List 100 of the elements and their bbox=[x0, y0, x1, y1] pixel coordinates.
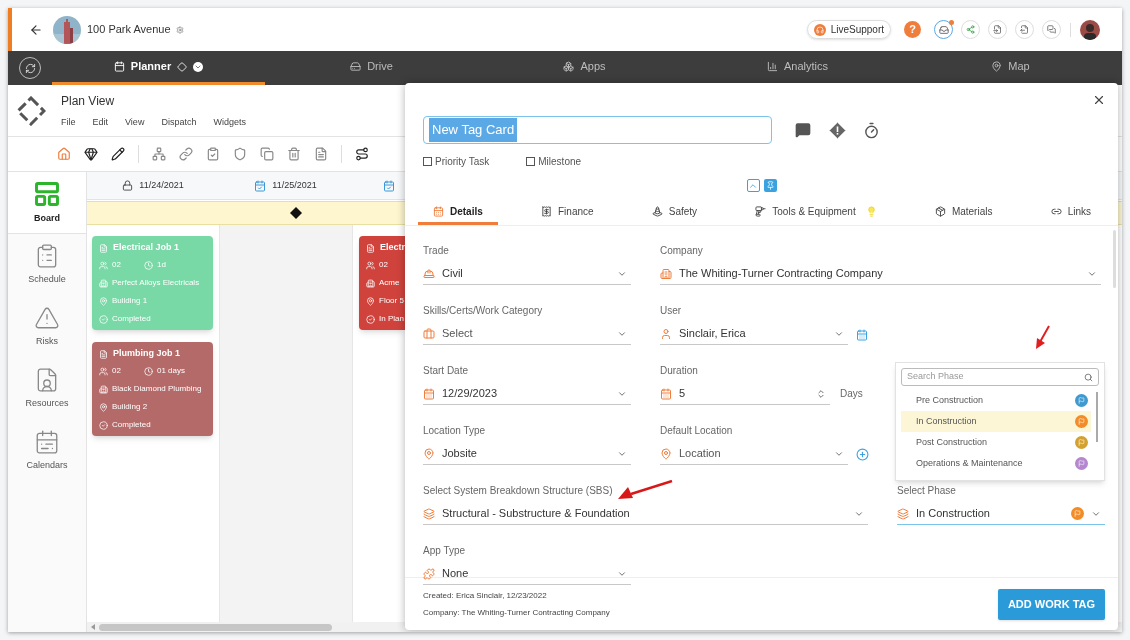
sidebar-item[interactable]: Calendars bbox=[8, 420, 86, 482]
phase-option[interactable]: Pre Construction bbox=[901, 390, 1091, 411]
scroll-left-icon[interactable] bbox=[91, 624, 95, 630]
search-icon[interactable] bbox=[1084, 372, 1093, 382]
checkbox[interactable] bbox=[423, 157, 432, 166]
home-icon[interactable] bbox=[57, 147, 71, 161]
apps-icon bbox=[563, 61, 575, 72]
calendar-icon bbox=[113, 61, 125, 72]
map-pin-icon bbox=[991, 61, 1003, 72]
option-label: Post Construction bbox=[916, 435, 989, 449]
collapse-button[interactable] bbox=[746, 179, 760, 192]
building-icon bbox=[660, 267, 672, 280]
job-card[interactable]: Electr 02 Acme Floor 5 In Plan bbox=[359, 236, 405, 330]
search-field[interactable]: Search Phase bbox=[901, 368, 1099, 386]
card-company: Acme bbox=[379, 277, 400, 289]
select-field[interactable]: Sinclair, Erica bbox=[660, 323, 848, 345]
detail-tab[interactable]: Tools & Equipment bbox=[740, 200, 892, 225]
field-label: Company bbox=[660, 245, 703, 257]
select-field[interactable]: The Whiting-Turner Contracting Company bbox=[660, 263, 1101, 285]
detail-tab[interactable]: Details bbox=[418, 200, 498, 225]
calendar-icon[interactable] bbox=[856, 329, 868, 341]
hierarchy-icon[interactable] bbox=[152, 147, 166, 161]
select-field[interactable]: None bbox=[423, 563, 631, 585]
worker-icon bbox=[423, 267, 435, 280]
detail-tab[interactable]: Materials bbox=[919, 200, 1008, 225]
nav-tab[interactable]: Map bbox=[904, 51, 1117, 85]
phase-option[interactable]: In Construction bbox=[901, 411, 1091, 432]
close-icon[interactable] bbox=[1092, 93, 1106, 107]
map-pin-icon bbox=[660, 447, 672, 460]
sidebar-item[interactable]: Resources bbox=[8, 358, 86, 420]
select-field[interactable]: In Construction bbox=[897, 503, 1105, 525]
menu-item[interactable]: Dispatch bbox=[161, 115, 197, 130]
select-field[interactable]: Location bbox=[660, 443, 848, 465]
timer-icon[interactable] bbox=[863, 121, 880, 139]
map-pin-icon bbox=[366, 296, 375, 306]
spinner-icon[interactable] bbox=[816, 388, 826, 399]
document-icon[interactable] bbox=[314, 147, 328, 161]
field-value: In Construction bbox=[916, 506, 991, 522]
nav-tab[interactable]: Analytics bbox=[691, 51, 904, 85]
select-field[interactable]: Civil bbox=[423, 263, 631, 285]
scrollbar-thumb[interactable] bbox=[1113, 230, 1116, 288]
select-field[interactable]: 12/29/2023 bbox=[423, 383, 631, 405]
menu-item[interactable]: File bbox=[61, 115, 76, 130]
copy-icon[interactable] bbox=[260, 147, 274, 161]
calendar-check-icon[interactable] bbox=[254, 179, 267, 192]
shield-icon[interactable] bbox=[233, 147, 247, 161]
card-duration: 1d bbox=[157, 259, 166, 271]
field-value: Jobsite bbox=[442, 446, 478, 462]
field-placeholder: Location bbox=[679, 446, 722, 462]
field-value: The Whiting-Turner Contracting Company bbox=[679, 266, 884, 282]
select-field[interactable]: Jobsite bbox=[423, 443, 631, 465]
comment-icon[interactable] bbox=[795, 122, 811, 138]
settings-icon[interactable] bbox=[175, 25, 184, 34]
gem-icon[interactable] bbox=[84, 147, 98, 161]
link-icon[interactable] bbox=[179, 147, 193, 161]
detail-tab[interactable]: Safety bbox=[636, 200, 713, 225]
check-circle-icon bbox=[366, 314, 375, 324]
calendar-check-icon[interactable] bbox=[383, 179, 395, 192]
alert-diamond-icon[interactable] bbox=[829, 121, 846, 139]
detail-tab[interactable]: Links bbox=[1035, 200, 1106, 225]
sidebar-item[interactable]: Risks bbox=[8, 296, 86, 358]
number-field[interactable]: 5 bbox=[660, 383, 830, 405]
route-icon[interactable] bbox=[355, 147, 369, 161]
scrollbar-thumb[interactable] bbox=[99, 623, 332, 631]
nav-tab[interactable]: Apps bbox=[478, 51, 691, 85]
card-duration: 01 days bbox=[157, 365, 186, 377]
avatar[interactable] bbox=[1080, 19, 1100, 40]
field-label: Trade bbox=[423, 245, 449, 257]
menu-item[interactable]: Edit bbox=[92, 115, 109, 130]
calendar-icon bbox=[423, 387, 435, 400]
headset-icon bbox=[813, 23, 826, 36]
search-input[interactable]: Search Phase bbox=[907, 370, 1084, 384]
menu-item[interactable]: Widgets bbox=[213, 115, 246, 130]
detail-tab[interactable]: Finance bbox=[526, 200, 609, 225]
job-card[interactable]: Plumbing Job 1 02 01 days Black Diamond Plumbing Building 2 Completed bbox=[92, 342, 213, 436]
back-icon[interactable] bbox=[29, 22, 43, 37]
trash-icon[interactable] bbox=[287, 147, 301, 161]
selected-text: New Tag Card bbox=[429, 118, 518, 142]
chart-icon bbox=[767, 61, 778, 72]
card-location: Building 2 bbox=[112, 401, 148, 413]
card-title: Plumbing Job 1 bbox=[113, 347, 180, 361]
pin-button[interactable] bbox=[763, 179, 777, 192]
field-value: Structural - Substructure & Foundation bbox=[442, 506, 631, 522]
select-field[interactable]: Select bbox=[423, 323, 631, 345]
clipboard-check-icon[interactable] bbox=[206, 147, 220, 161]
field-value: Civil bbox=[442, 266, 464, 282]
select-field[interactable]: Structural - Substructure & Foundation bbox=[423, 503, 868, 525]
layers-icon bbox=[423, 507, 435, 520]
menu-item[interactable]: View bbox=[125, 115, 145, 130]
sidebar-item[interactable]: Schedule bbox=[8, 234, 86, 296]
phase-option[interactable]: Operations & Maintenance bbox=[901, 453, 1091, 474]
phase-option[interactable]: Post Construction bbox=[901, 432, 1091, 453]
nav-tab[interactable]: Drive bbox=[265, 51, 478, 85]
project-name[interactable]: 100 Park Avenue bbox=[87, 21, 171, 38]
sidebar-item[interactable]: Board bbox=[8, 172, 86, 234]
add-icon[interactable] bbox=[856, 448, 869, 461]
nav-tab[interactable]: Planner bbox=[52, 51, 265, 85]
pencil-icon[interactable] bbox=[111, 147, 125, 161]
checkbox[interactable] bbox=[526, 157, 536, 166]
card-title: Electr bbox=[380, 241, 405, 255]
